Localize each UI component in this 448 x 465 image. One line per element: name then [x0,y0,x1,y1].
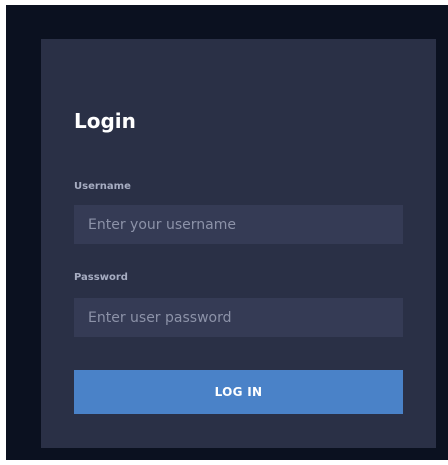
username-input[interactable] [74,205,403,244]
page-background: Login Username Password LOG IN [6,5,448,460]
username-label: Username [74,181,131,192]
login-button[interactable]: LOG IN [74,370,403,414]
login-card: Login Username Password LOG IN [41,39,436,448]
password-label: Password [74,272,128,283]
login-title: Login [74,109,136,133]
password-input[interactable] [74,298,403,337]
